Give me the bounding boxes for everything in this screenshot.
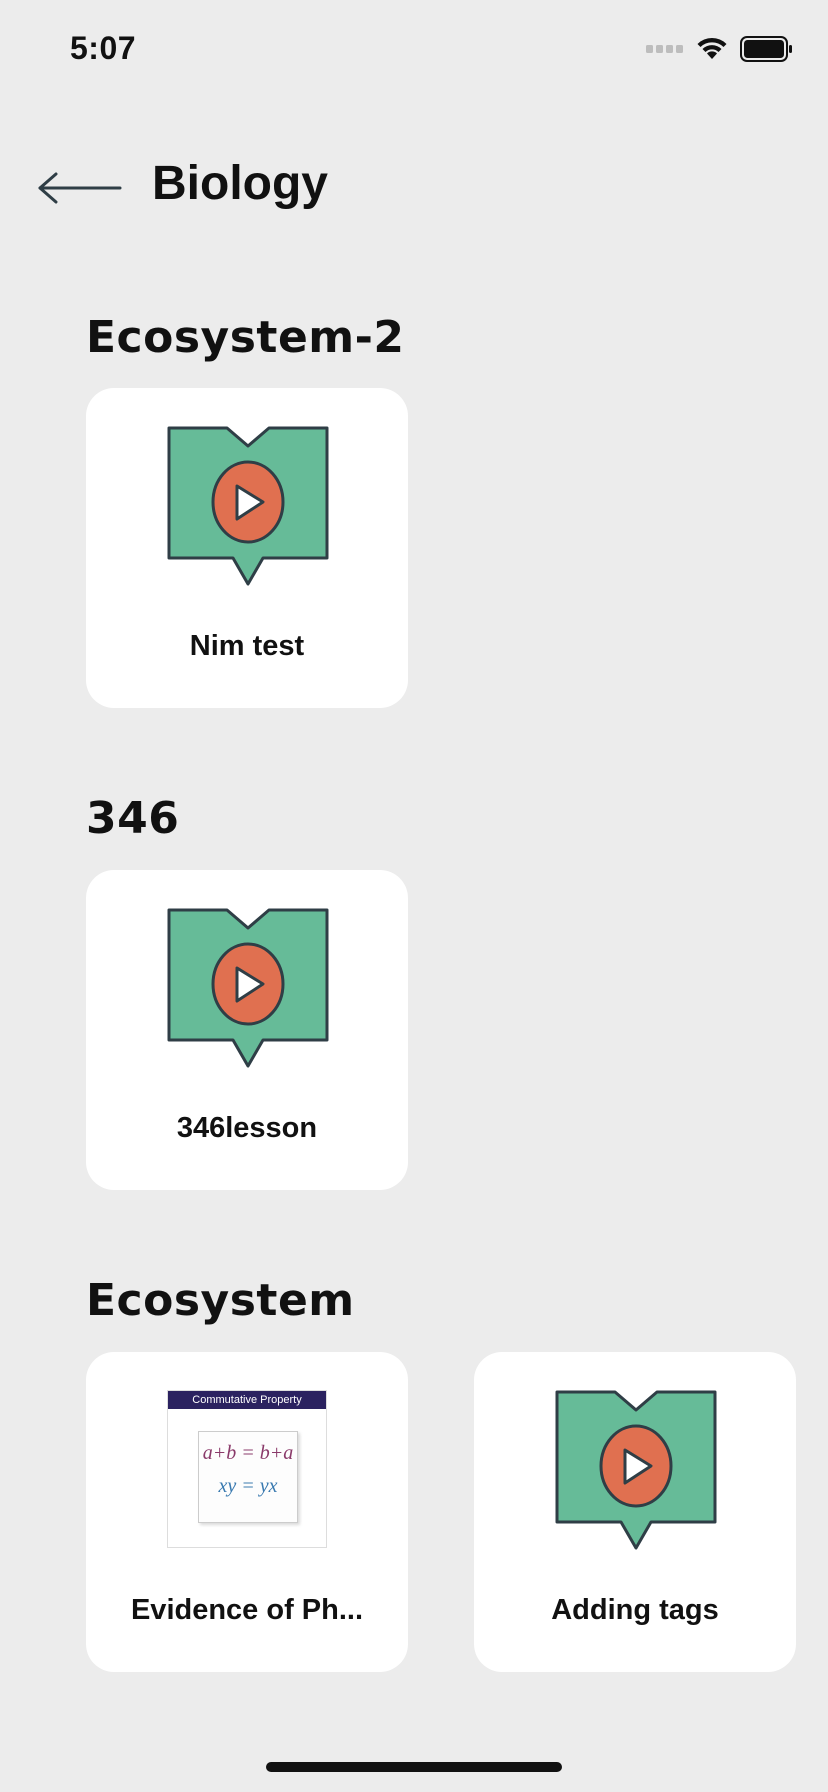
card-label: Adding tags bbox=[551, 1594, 719, 1626]
status-time: 5:07 bbox=[70, 30, 137, 66]
card-label: 346lesson bbox=[176, 1112, 318, 1144]
section-title: Ecosystem-2 bbox=[86, 312, 405, 363]
page-title: Biology bbox=[152, 157, 328, 210]
lesson-card[interactable]: 346lesson bbox=[86, 870, 408, 1190]
video-lesson-icon bbox=[167, 908, 329, 1068]
lesson-card[interactable]: Nim test bbox=[86, 388, 408, 708]
formula-box: a+b = b+a xy = yx bbox=[198, 1431, 298, 1523]
video-lesson-icon bbox=[167, 426, 329, 586]
card-label: Evidence of Ph... bbox=[130, 1594, 364, 1626]
status-bar: 5:07 bbox=[0, 0, 828, 100]
lesson-card[interactable]: Commutative Property a+b = b+a xy = yx E… bbox=[86, 1352, 408, 1672]
back-button[interactable] bbox=[36, 168, 124, 208]
lesson-card[interactable]: Adding tags bbox=[474, 1352, 796, 1672]
wifi-icon bbox=[697, 37, 727, 59]
video-lesson-icon bbox=[555, 1390, 717, 1550]
status-icons bbox=[646, 36, 794, 62]
formula-line: xy = yx bbox=[218, 1475, 278, 1497]
cellular-signal-icon bbox=[646, 45, 683, 53]
section-title: 346 bbox=[86, 793, 180, 844]
header: Biology bbox=[0, 150, 828, 230]
section-title: Ecosystem bbox=[86, 1275, 355, 1326]
thumbnail-banner: Commutative Property bbox=[168, 1391, 326, 1409]
image-thumbnail: Commutative Property a+b = b+a xy = yx bbox=[167, 1390, 327, 1548]
home-indicator[interactable] bbox=[266, 1762, 562, 1772]
formula-line: a+b = b+a bbox=[202, 1442, 294, 1464]
card-label: Nim test bbox=[189, 630, 305, 662]
battery-icon bbox=[740, 36, 792, 62]
arrow-left-icon bbox=[38, 172, 122, 204]
